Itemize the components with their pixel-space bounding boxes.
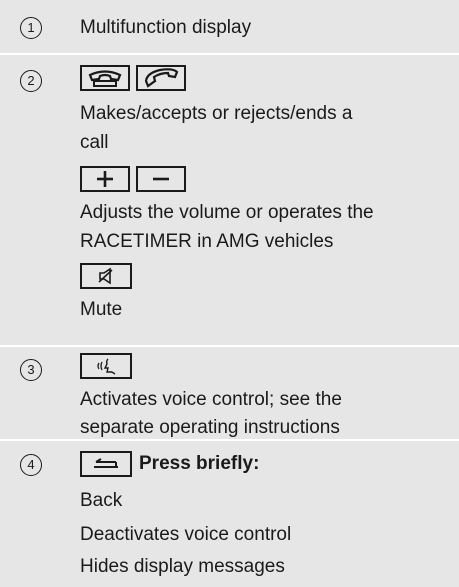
function-hide-messages: Hides display messages bbox=[80, 556, 285, 577]
volume-description-line2: RACETIMER in AMG vehicles bbox=[80, 231, 334, 252]
hang-up-key bbox=[80, 65, 130, 91]
volume-description-line1: Adjusts the volume or operates the bbox=[80, 202, 374, 223]
press-briefly-label: Press briefly: bbox=[139, 453, 260, 474]
volume-up-key bbox=[80, 166, 130, 192]
voice-description-line1: Activates voice control; see the bbox=[80, 389, 342, 410]
back-arrow-icon bbox=[94, 458, 118, 468]
plus-icon bbox=[97, 171, 113, 187]
phone-keys bbox=[80, 65, 190, 93]
phone-description-line2: call bbox=[80, 132, 109, 153]
accept-call-key bbox=[136, 65, 186, 91]
voice-keys bbox=[80, 353, 134, 381]
table-row-3: 3 Activates voice control; see the separ… bbox=[0, 347, 459, 439]
mute-speaker-icon bbox=[98, 267, 113, 285]
voice-description-line2: separate operating instructions bbox=[80, 417, 340, 438]
back-keys bbox=[80, 451, 134, 479]
voice-control-icon bbox=[97, 358, 116, 375]
voice-control-key bbox=[80, 353, 132, 379]
item-number-1: 1 bbox=[20, 17, 42, 39]
controls-table: 1 Multifunction display 2 Makes/accepts … bbox=[0, 0, 459, 587]
volume-down-key bbox=[136, 166, 186, 192]
hang-up-phone-icon bbox=[88, 70, 122, 87]
table-row-4: 4 Press briefly: Back Deactivates voice … bbox=[0, 441, 459, 587]
volume-keys bbox=[80, 166, 190, 194]
item-number-4: 4 bbox=[20, 454, 42, 476]
mute-key bbox=[80, 263, 132, 289]
item-number-3: 3 bbox=[20, 359, 42, 381]
table-row-2: 2 Makes/accepts or rejects/ends a call A… bbox=[0, 55, 459, 345]
back-key bbox=[80, 451, 132, 477]
accept-call-phone-icon bbox=[144, 68, 179, 88]
multifunction-display-label: Multifunction display bbox=[80, 17, 252, 38]
phone-description-line1: Makes/accepts or rejects/ends a bbox=[80, 103, 353, 124]
function-deactivate-voice: Deactivates voice control bbox=[80, 524, 292, 545]
mute-description: Mute bbox=[80, 299, 123, 320]
item-number-2: 2 bbox=[20, 70, 42, 92]
minus-icon bbox=[153, 177, 169, 181]
table-row-1: 1 Multifunction display bbox=[0, 0, 459, 53]
mute-keys bbox=[80, 263, 134, 291]
function-back: Back bbox=[80, 490, 123, 511]
